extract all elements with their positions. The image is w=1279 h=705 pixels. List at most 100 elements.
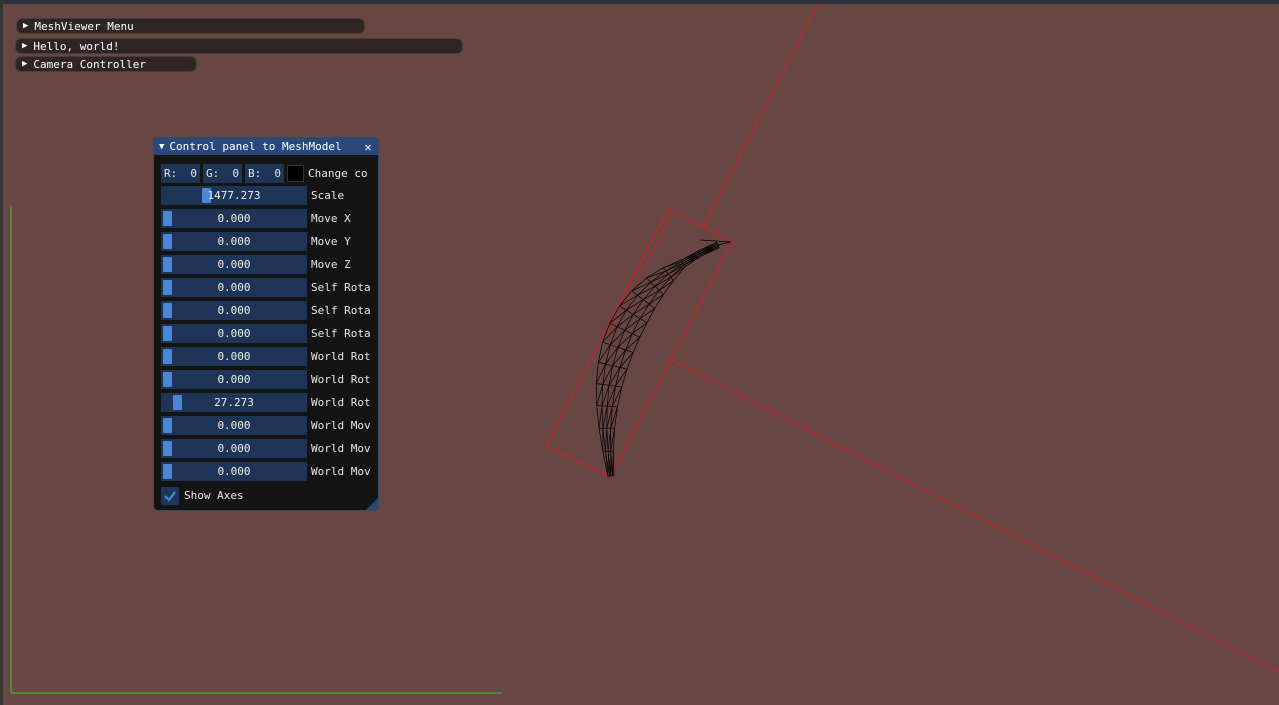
- slider-label: World Mov: [311, 419, 371, 432]
- mesh-edge: [646, 308, 656, 323]
- mesh-edge: [632, 337, 641, 353]
- mesh-edge: [617, 326, 625, 331]
- mesh-edge: [605, 428, 608, 452]
- slider[interactable]: 0.000: [161, 462, 307, 481]
- slider[interactable]: 0.000: [161, 301, 307, 320]
- show-axes-label: Show Axes: [184, 489, 244, 502]
- slider-row: 27.273 World Rot: [161, 393, 371, 412]
- menu-meshviewer[interactable]: ▶ MeshViewer Menu: [16, 18, 365, 34]
- slider-value: 1477.273: [207, 189, 261, 202]
- mesh-edge: [612, 450, 615, 476]
- mesh-edge: [665, 270, 669, 275]
- mesh-edge: [617, 333, 633, 348]
- slider[interactable]: 0.000: [161, 255, 307, 274]
- mesh-edge: [632, 333, 640, 338]
- mesh-edge: [716, 242, 718, 244]
- mesh-edge: [609, 384, 616, 387]
- slider-label: Self Rota: [311, 327, 371, 340]
- mesh-edge: [598, 362, 606, 365]
- slider[interactable]: 27.273: [161, 393, 307, 412]
- checkmark-icon: [164, 490, 176, 502]
- slider[interactable]: 0.000: [161, 324, 307, 343]
- slider-value: 0.000: [217, 327, 251, 340]
- mesh-edge: [617, 330, 626, 348]
- menu-hello-world[interactable]: ▶ Hello, world!: [15, 38, 463, 54]
- slider[interactable]: 0.000: [161, 439, 307, 458]
- slider-value: 0.000: [217, 281, 251, 294]
- mesh-edge: [646, 277, 652, 283]
- slider-value: 0.000: [217, 419, 251, 432]
- control-panel[interactable]: ▼ Control panel to MeshModel ✕ R: 0 G: 0…: [153, 137, 379, 511]
- slider[interactable]: 0.000: [161, 347, 307, 366]
- slider[interactable]: 0.000: [161, 416, 307, 435]
- expand-triangle-icon: ▶: [23, 21, 29, 31]
- mesh-edge: [648, 303, 655, 309]
- mesh-edge: [668, 273, 672, 278]
- close-icon[interactable]: ✕: [361, 140, 375, 154]
- mesh-edge: [633, 303, 650, 315]
- mesh-edge: [615, 385, 622, 388]
- mesh-edge: [626, 352, 634, 370]
- mesh-edge: [658, 290, 664, 295]
- mesh-edge: [639, 318, 648, 323]
- mesh-edge: [699, 239, 732, 243]
- mesh-edge: [654, 294, 664, 309]
- mesh-wireframe: [596, 239, 732, 477]
- color-r-input[interactable]: R: 0: [161, 164, 200, 183]
- color-g-input[interactable]: G: 0: [203, 164, 242, 183]
- slider-label: Move Y: [311, 235, 351, 248]
- color-row: R: 0 G: 0 B: 0 Change co: [161, 164, 368, 183]
- slider-label: World Rot: [311, 396, 371, 409]
- resize-grip[interactable]: [366, 498, 378, 510]
- show-axes-row[interactable]: Show Axes: [161, 486, 244, 505]
- mesh-edge: [718, 246, 720, 248]
- slider-value: 27.273: [214, 396, 254, 409]
- mesh-edge: [605, 363, 613, 367]
- viewport-3d[interactable]: ▶ MeshViewer Menu ▶ Hello, world! ▶ Came…: [0, 0, 1279, 705]
- mesh-edge: [639, 308, 655, 319]
- slider[interactable]: 1477.273: [161, 186, 307, 205]
- color-swatch[interactable]: [287, 165, 304, 182]
- color-b-input[interactable]: B: 0: [245, 164, 284, 183]
- mesh-edge: [609, 326, 618, 345]
- mesh-edge: [610, 344, 619, 348]
- slider-label: World Mov: [311, 442, 371, 455]
- expand-triangle-icon: ▶: [22, 41, 28, 51]
- mesh-edge: [648, 294, 664, 305]
- slider-row: 0.000 World Rot: [161, 370, 371, 389]
- slider-label: Move X: [311, 212, 351, 225]
- slider-row: 0.000 World Mov: [161, 439, 371, 458]
- slider-row: 0.000 Move Y: [161, 232, 351, 251]
- slider[interactable]: 0.000: [161, 278, 307, 297]
- control-panel-titlebar[interactable]: ▼ Control panel to MeshModel ✕: [154, 138, 378, 155]
- slider-label: World Mov: [311, 465, 371, 478]
- slider-label: World Rot: [311, 373, 371, 386]
- mesh-edge: [596, 405, 600, 429]
- show-axes-checkbox[interactable]: [161, 486, 179, 505]
- mesh-edge: [601, 405, 604, 429]
- mesh-edge: [637, 285, 656, 296]
- mesh-edge: [625, 349, 634, 353]
- mesh-edge: [617, 386, 623, 407]
- collapse-triangle-icon[interactable]: ▼: [159, 142, 164, 152]
- slider-label: World Rot: [311, 350, 371, 363]
- mesh-edge: [625, 336, 641, 351]
- mesh-edge: [619, 349, 626, 368]
- slider[interactable]: 0.000: [161, 209, 307, 228]
- menu-camera-controller[interactable]: ▶ Camera Controller: [15, 56, 197, 72]
- slider-label: Self Rota: [311, 281, 371, 294]
- slider-value: 0.000: [217, 350, 251, 363]
- slider-row: 0.000 Move Z: [161, 255, 351, 274]
- slider-value: 0.000: [217, 442, 251, 455]
- change-color-label: Change co: [308, 167, 368, 180]
- mesh-edge: [619, 367, 628, 370]
- mesh-edge: [607, 428, 612, 452]
- slider[interactable]: 0.000: [161, 370, 307, 389]
- mesh-edge: [639, 304, 650, 319]
- model-axis-line-1: [702, 4, 818, 229]
- mesh-edge: [602, 341, 611, 346]
- mesh-edge: [602, 428, 606, 452]
- mesh-edge: [598, 428, 604, 452]
- slider[interactable]: 0.000: [161, 232, 307, 251]
- control-panel-title: Control panel to MeshModel: [169, 140, 342, 153]
